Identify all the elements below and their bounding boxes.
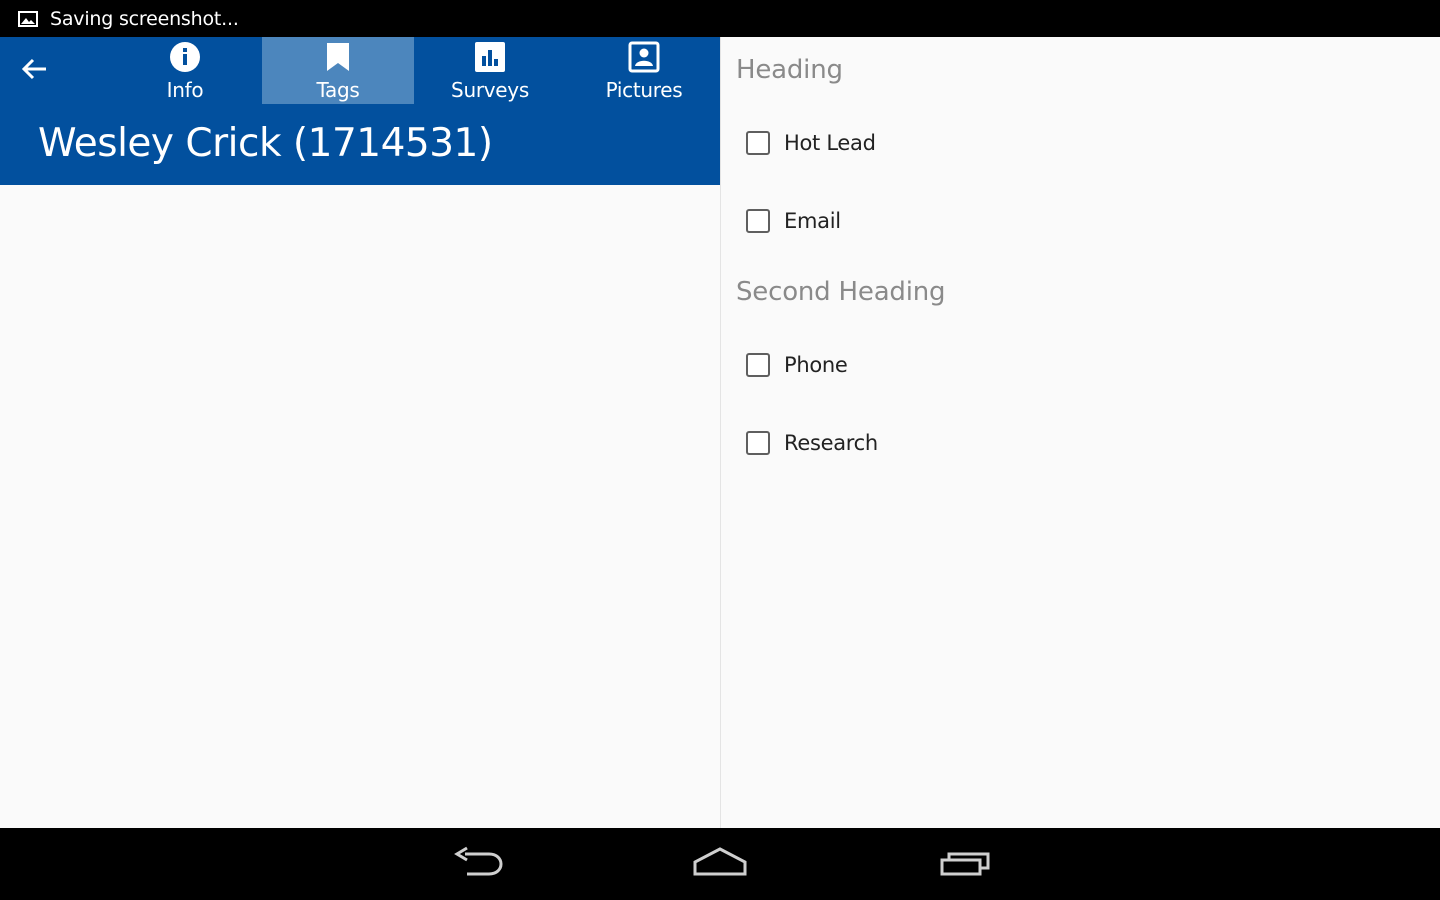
back-nav-icon <box>451 846 505 882</box>
back-button[interactable] <box>16 53 52 89</box>
status-text: Saving screenshot... <box>50 7 239 30</box>
section-heading: Heading <box>736 55 843 85</box>
nav-home-button[interactable] <box>690 844 750 884</box>
checkbox[interactable] <box>746 209 770 233</box>
recents-nav-icon <box>938 846 992 882</box>
tag-label: Email <box>784 209 841 233</box>
system-nav-bar <box>0 828 1440 900</box>
tag-label: Phone <box>784 353 848 377</box>
tag-row-research[interactable]: Research <box>746 428 878 458</box>
left-pane <box>0 185 720 828</box>
tab-pictures[interactable]: Pictures <box>568 37 720 104</box>
bookmark-icon <box>321 40 355 74</box>
tags-panel: Heading Hot Lead Email Second Heading Ph… <box>720 37 1440 828</box>
status-bar: Saving screenshot... <box>0 0 1440 37</box>
contact-header: Info Tags Surveys Pictures Wesley Crick … <box>0 37 720 185</box>
nav-recents-button[interactable] <box>935 844 995 884</box>
tag-row-hot-lead[interactable]: Hot Lead <box>746 128 876 158</box>
nav-back-button[interactable] <box>448 844 508 884</box>
tab-tags[interactable]: Tags <box>262 37 414 104</box>
screenshot-icon <box>18 10 38 27</box>
home-nav-icon <box>691 846 749 882</box>
info-icon <box>168 40 202 74</box>
checkbox[interactable] <box>746 131 770 155</box>
tab-info-label: Info <box>166 78 204 102</box>
tag-label: Hot Lead <box>784 131 876 155</box>
section-heading: Second Heading <box>736 277 946 307</box>
portrait-icon <box>627 40 661 74</box>
arrow-back-icon <box>19 54 49 88</box>
checkbox[interactable] <box>746 431 770 455</box>
tag-row-phone[interactable]: Phone <box>746 350 848 380</box>
tab-pictures-label: Pictures <box>605 78 683 102</box>
tag-label: Research <box>784 431 878 455</box>
tab-surveys[interactable]: Surveys <box>414 37 566 104</box>
tag-row-email[interactable]: Email <box>746 206 841 236</box>
checkbox[interactable] <box>746 353 770 377</box>
tab-info[interactable]: Info <box>109 37 261 104</box>
contact-title: Wesley Crick (1714531) <box>38 121 493 166</box>
tab-tags-label: Tags <box>316 78 360 102</box>
bar-chart-icon <box>473 40 507 74</box>
tab-surveys-label: Surveys <box>451 78 529 102</box>
